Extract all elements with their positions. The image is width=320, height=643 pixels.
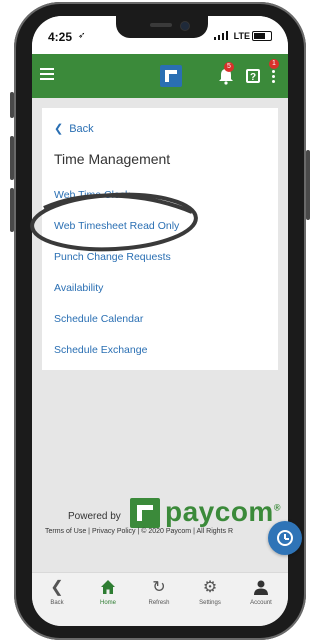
hamburger-menu-icon[interactable] <box>40 68 54 80</box>
menu-item-schedule-calendar[interactable]: Schedule Calendar <box>54 313 143 325</box>
clock-fab-button[interactable] <box>268 521 302 555</box>
powered-by-label: Powered by <box>68 511 121 522</box>
footer-legal-text: Terms of Use | Privacy Policy | © 2020 P… <box>45 528 234 535</box>
network-label: LTE <box>233 31 250 41</box>
status-time: 4:25 <box>48 30 73 44</box>
time-management-card: ❮ Back Time Management Web Time Clock We… <box>42 108 278 370</box>
more-options-icon[interactable]: 1 <box>269 59 279 84</box>
paycom-logo-icon[interactable] <box>160 65 182 87</box>
signal-icon <box>214 31 228 40</box>
side-button <box>10 136 14 180</box>
menu-item-punch-change-requests[interactable]: Punch Change Requests <box>54 251 171 263</box>
tab-settings[interactable]: ⚙ Settings <box>185 579 235 606</box>
chevron-left-icon: ❮ <box>50 579 64 596</box>
tab-refresh[interactable]: ↻ Refresh <box>134 579 184 606</box>
menu-item-availability[interactable]: Availability <box>54 282 103 294</box>
gear-icon: ⚙ <box>202 579 218 596</box>
side-button <box>10 92 14 118</box>
location-icon: ➶ <box>78 30 86 40</box>
back-link[interactable]: ❮ Back <box>54 122 94 136</box>
menu-item-schedule-exchange[interactable]: Schedule Exchange <box>54 344 147 356</box>
tab-label: Settings <box>199 600 221 606</box>
menu-item-web-time-clock[interactable]: Web Time Clock <box>54 189 130 201</box>
home-icon <box>83 579 133 597</box>
tab-label: Refresh <box>148 600 170 606</box>
battery-icon <box>252 31 272 41</box>
more-options-badge: 1 <box>269 59 279 69</box>
tab-label: Account <box>250 600 272 606</box>
tab-label: Home <box>99 600 116 606</box>
notification-badge: 5 <box>224 62 234 72</box>
tab-back[interactable]: ❮ Back <box>32 579 82 606</box>
notch <box>116 16 208 38</box>
section-title: Time Management <box>54 151 171 167</box>
refresh-icon: ↻ <box>152 579 166 596</box>
tab-label: Back <box>50 600 64 606</box>
paycom-mark-icon <box>130 498 160 528</box>
side-button <box>306 150 310 220</box>
help-icon[interactable]: ? <box>246 69 260 83</box>
chevron-left-icon: ❮ <box>54 123 64 135</box>
bottom-tab-bar: ❮ Back Home ↻ Refresh ⚙ Settings Account <box>32 572 288 626</box>
speaker <box>150 23 172 27</box>
paycom-wordmark: paycom® <box>165 496 281 527</box>
menu-item-web-timesheet-read-only[interactable]: Web Timesheet Read Only <box>54 220 179 232</box>
tab-home[interactable]: Home <box>83 579 133 606</box>
tab-account[interactable]: Account <box>236 579 286 606</box>
back-link-label: Back <box>69 122 94 135</box>
app-bar: 5 ? 1 <box>32 54 288 98</box>
side-button <box>10 188 14 232</box>
notifications-button[interactable]: 5 <box>218 62 234 85</box>
clock-icon <box>277 530 293 546</box>
camera <box>180 21 190 31</box>
person-icon <box>236 579 286 597</box>
